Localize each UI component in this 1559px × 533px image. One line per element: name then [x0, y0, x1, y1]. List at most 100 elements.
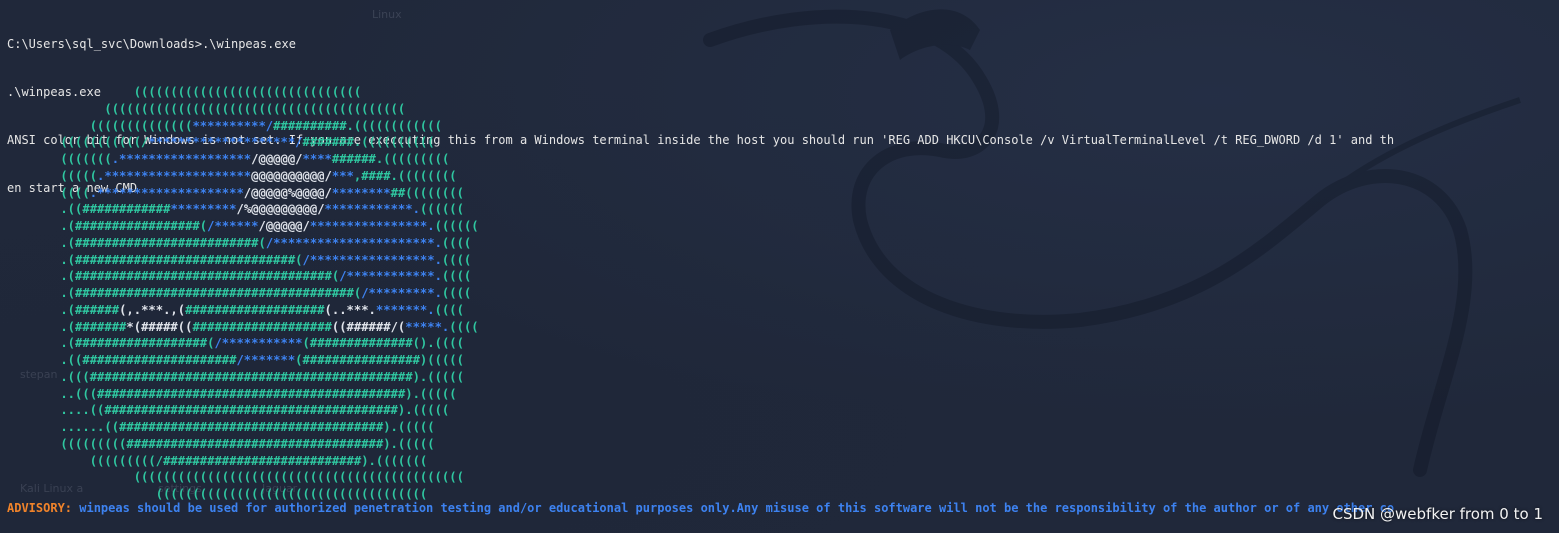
banner-segment: ((((((((((((((((((((((((((((((((((((((((…: [31, 101, 406, 116]
banner-segment: (((((((((: [31, 436, 127, 451]
banner-segment: ((((: [449, 319, 479, 334]
banner-segment: ################: [302, 353, 420, 367]
banner-segment: (((((: [31, 168, 98, 183]
banner-segment: ###################: [192, 319, 332, 334]
banner-line: .((############*********/%@@@@@@@@@/****…: [31, 201, 479, 218]
banner-segment: ....((: [31, 403, 105, 418]
banner-segment: ##############################: [75, 252, 296, 267]
banner-segment: #################: [75, 219, 200, 233]
banner-segment: /*****************.: [302, 252, 442, 267]
banner-segment: /@@@@@/: [258, 219, 310, 233]
banner-segment: #########################: [75, 235, 259, 250]
banner-segment: /***********: [214, 336, 303, 351]
banner-segment: (: [295, 252, 303, 267]
banner-segment: (..***.: [324, 302, 376, 317]
banner-line: (((((((((((((((((((((((((((((((: [31, 84, 479, 101]
banner-segment: .(: [31, 252, 76, 267]
banner-segment: ####################################: [119, 420, 384, 434]
banner-segment: ((((: [441, 286, 472, 300]
banner-segment: #####################: [82, 353, 237, 367]
command-prompt-line: C:\Users\sql_svc\Downloads>.\winpeas.exe: [7, 37, 296, 51]
banner-line: .(######################################…: [31, 285, 479, 302]
banner-segment: /%@@@@@@@@@/: [236, 202, 325, 217]
banner-segment: ############: [82, 202, 171, 217]
banner-segment: /*********.: [361, 286, 442, 300]
banner-segment: **********/: [192, 118, 274, 133]
banner-line: (((((((((###############################…: [31, 436, 479, 453]
banner-segment: .(: [31, 336, 76, 351]
banner-segment: .(((: [31, 369, 90, 384]
banner-segment: .******************: [111, 152, 252, 166]
banner-segment: (((((: [397, 436, 435, 451]
banner-segment: *(#####((: [126, 319, 193, 334]
banner-segment: ((((((: [434, 219, 479, 233]
banner-segment: /*******: [236, 353, 296, 367]
banner-segment: .(: [31, 286, 76, 300]
banner-segment: ((((: [434, 302, 464, 317]
banner-segment: ********************/: [148, 135, 303, 150]
banner-segment: /************.: [339, 269, 442, 284]
banner-segment: (,.***.,(: [119, 302, 186, 317]
banner-segment: ().: [412, 336, 435, 351]
terminal-window[interactable]: Linux Kali Linux a settings Jaguar stepa…: [0, 0, 1559, 533]
advisory-label: ADVISORY:: [7, 501, 73, 515]
banner-segment: ((((: [441, 269, 472, 284]
banner-segment: /@@@@@%@@@@/: [243, 185, 332, 200]
banner-line: .(######(,.***.,(###################(..*…: [31, 302, 479, 319]
banner-line: (((((((.******************/@@@@@/****###…: [31, 151, 479, 168]
banner-segment: .(: [31, 269, 76, 284]
banner-segment: .((: [31, 353, 83, 367]
banner-segment: ********: [331, 185, 391, 200]
banner-segment: (((((: [412, 403, 450, 418]
advisory-text: winpeas should be used for authorized pe…: [72, 501, 1395, 515]
banner-segment: *******.: [375, 302, 435, 317]
banner-segment: ).: [397, 403, 413, 418]
banner-segment: /******: [207, 219, 259, 233]
banner-segment: (((((: [419, 386, 457, 401]
banner-segment: ##: [390, 185, 406, 200]
banner-segment: *********: [170, 202, 237, 217]
banner-segment: ########################################…: [97, 386, 406, 401]
banner-segment: ......((: [31, 420, 120, 434]
banner-segment: /@@@@@/: [251, 152, 303, 166]
banner-line: ......((################################…: [31, 419, 479, 436]
banner-segment: .((: [31, 202, 83, 217]
banner-line: (((((((((((/********************/#######…: [31, 134, 479, 151]
banner-segment: (: [302, 336, 310, 351]
banner-segment: ###################: [185, 302, 325, 317]
banner-segment: ((((((((: [397, 168, 457, 183]
banner-segment: (((((((((((((((((((((((((((((((: [31, 85, 362, 99]
banner-segment: /**********************.: [265, 235, 442, 250]
banner-segment: (: [258, 235, 266, 250]
banner-segment: ***: [331, 168, 354, 183]
banner-segment: .(: [31, 235, 76, 250]
csdn-watermark: CSDN @webfker from 0 to 1: [1332, 505, 1543, 523]
banner-segment: (((((((((((/: [31, 135, 149, 150]
banner-segment: (((((: [427, 369, 464, 384]
banner-line: ((((.********************/@@@@@%@@@@/***…: [31, 185, 479, 202]
banner-segment: ).: [383, 420, 398, 434]
banner-segment: (((((((((((((((((((((((((((((((((((((: [31, 487, 428, 501]
banner-segment: ((((((((((((((((((((((((((((((((((((((((…: [31, 470, 464, 485]
banner-segment: ).: [361, 453, 376, 468]
banner-segment: (((((((: [31, 152, 112, 166]
banner-segment: ).: [405, 386, 420, 401]
banner-segment: ######################################: [75, 286, 354, 300]
banner-segment: ##########.: [273, 118, 354, 133]
banner-segment: #######: [75, 319, 127, 334]
banner-segment: ########################################…: [89, 369, 413, 384]
banner-segment: (((((((: [375, 453, 428, 468]
banner-segment: ###########################: [163, 453, 362, 468]
banner-segment: ,####.: [353, 168, 398, 183]
banner-segment: ((((: [434, 336, 464, 351]
banner-line: .(#########################(/***********…: [31, 235, 479, 252]
banner-segment: .********************: [97, 168, 252, 183]
banner-segment: ************.: [324, 202, 420, 217]
banner-segment: ((((((((((((: [353, 118, 442, 133]
banner-segment: ######: [75, 302, 120, 317]
banner-segment: ######.: [331, 152, 384, 166]
banner-segment: ###################################: [75, 269, 332, 284]
banner-line: ....((##################################…: [31, 402, 479, 419]
banner-line: ((((((((((((((((((((((((((((((((((((((((…: [31, 469, 479, 486]
banner-line: ((((((((((((((((((((((((((((((((((((((((…: [31, 101, 479, 118]
